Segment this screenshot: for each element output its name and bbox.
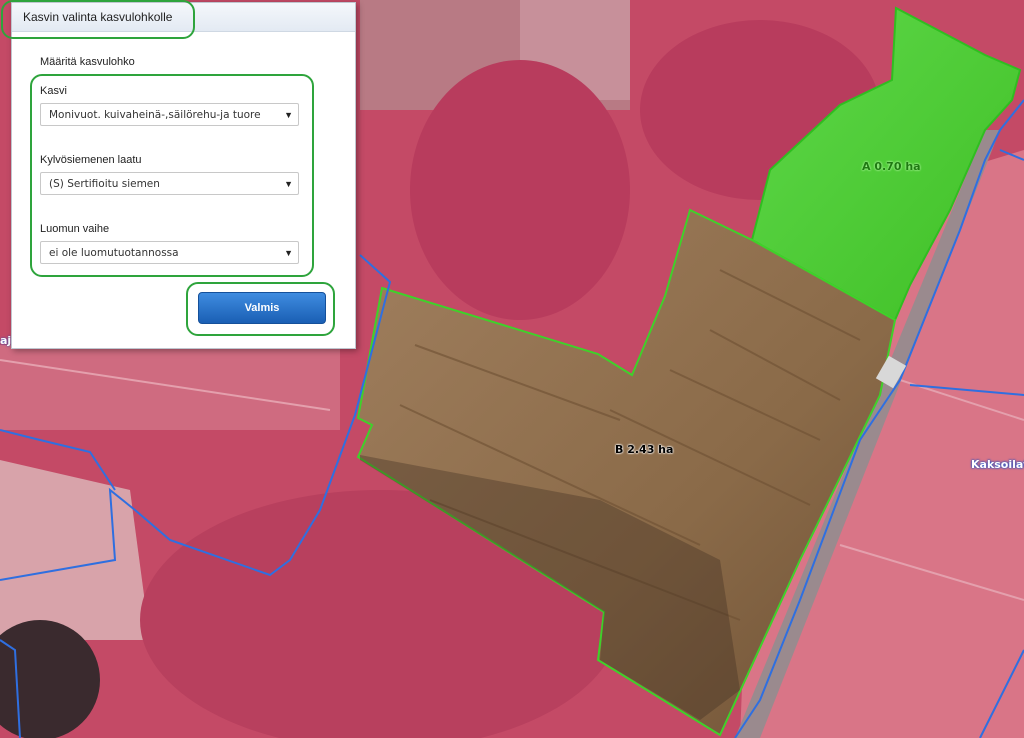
organic-phase-select[interactable]: ei ole luomutuotannossa ▼ <box>40 241 299 264</box>
crop-selection-dialog: Kasvin valinta kasvulohkolle Määritä kas… <box>1 0 356 349</box>
section-title: Määritä kasvulohko <box>40 56 135 68</box>
chevron-down-icon: ▼ <box>284 110 293 120</box>
organic-phase-select-value: ei ole luomutuotannossa <box>49 247 179 259</box>
chevron-down-icon: ▼ <box>284 248 293 258</box>
place-name-label: Kaksoilato <box>971 458 1024 471</box>
parcel-b-label: B 2.43 ha <box>615 443 674 456</box>
crop-select[interactable]: Monivuot. kuivaheinä-,säilörehu-ja tuore… <box>40 103 299 126</box>
field-area-west <box>0 345 340 430</box>
seed-quality-label: Kylvösiemenen laatu <box>40 154 142 166</box>
done-button[interactable]: Valmis <box>198 292 326 324</box>
crop-label: Kasvi <box>40 85 67 97</box>
forest-patch <box>410 60 630 320</box>
chevron-down-icon: ▼ <box>284 179 293 189</box>
organic-phase-label: Luomun vaihe <box>40 223 110 235</box>
edge-place-label: aj <box>0 334 12 347</box>
parcel-a-label: A 0.70 ha <box>862 160 921 173</box>
dialog-title: Kasvin valinta kasvulohkolle <box>23 10 173 24</box>
crop-select-value: Monivuot. kuivaheinä-,säilörehu-ja tuore <box>49 109 261 121</box>
seed-quality-select-value: (S) Sertifioitu siemen <box>49 178 160 190</box>
seed-quality-select[interactable]: (S) Sertifioitu siemen ▼ <box>40 172 299 195</box>
